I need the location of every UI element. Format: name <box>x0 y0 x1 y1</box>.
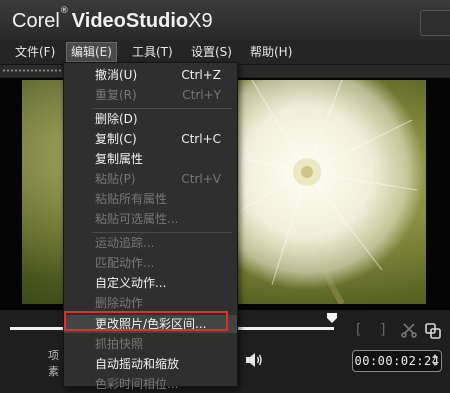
menu-item-snapshot: 抓拍快照 <box>95 337 144 351</box>
menu-item-paste: 粘贴(P) Ctrl+V <box>95 172 221 186</box>
menu-item-undo[interactable]: 撤消(U) Ctrl+Z <box>64 66 237 84</box>
menu-item-match-motion: 匹配动作... <box>95 256 155 270</box>
side-label-project: 项 <box>48 349 59 362</box>
menu-item-redo: 重复(R) Ctrl+Y <box>95 88 221 102</box>
brand-product: VideoStudio <box>71 10 189 32</box>
playhead-icon[interactable] <box>327 313 337 323</box>
menu-item-paste-selectable-attributes: 粘贴可选属性... <box>95 212 179 226</box>
menu-item-motion-tracking: 运动追踪... <box>95 236 155 250</box>
menu-item-paste-all-attributes: 粘贴所有属性 <box>95 192 168 206</box>
timecode-value: 00:00:02:24 <box>354 354 440 368</box>
menu-item-auto-pan-zoom[interactable]: 自动摇动和缩放 <box>64 355 237 373</box>
drag-grip[interactable] <box>2 69 64 72</box>
copy-clip-icon[interactable] <box>424 322 442 340</box>
app-logo: Corel® VideoStudioX9 <box>12 4 213 36</box>
title-bar: Corel® VideoStudioX9 <box>0 0 450 40</box>
menu-settings[interactable]: 设置(S) <box>187 43 236 61</box>
timecode-stepper-icon[interactable] <box>431 352 439 368</box>
scissors-icon[interactable] <box>401 322 417 338</box>
edit-menu-dropdown: 撤消(U) Ctrl+Z 重复(R) Ctrl+Y 删除(D) 复制(C) Ctrl+… <box>63 62 238 391</box>
menu-help[interactable]: 帮助(H) <box>246 43 296 61</box>
menu-file[interactable]: 文件(F) <box>11 43 59 61</box>
window-control-button[interactable] <box>420 10 450 36</box>
menu-separator <box>92 108 232 109</box>
brand-version: X9 <box>188 10 213 32</box>
timecode-field[interactable]: 00:00:02:24 <box>352 350 442 372</box>
menu-item-delete-motion: 删除动作 <box>95 296 144 310</box>
menu-item-delete[interactable]: 删除(D) <box>64 110 237 128</box>
menu-item-copy-attributes[interactable]: 复制属性 <box>64 150 237 168</box>
menu-separator <box>92 232 232 233</box>
mark-out-button[interactable]: ] <box>380 322 385 338</box>
menu-tools[interactable]: 工具(T) <box>128 43 177 61</box>
menu-edit[interactable]: 编辑(E) <box>66 42 117 62</box>
menu-item-copy[interactable]: 复制(C) Ctrl+C <box>64 130 237 148</box>
menu-item-custom-motion[interactable]: 自定义动作... <box>64 274 237 292</box>
mark-in-button[interactable]: [ <box>356 322 361 338</box>
volume-icon[interactable] <box>245 352 263 368</box>
brand-registered-mark: ® <box>59 6 69 16</box>
highlight-annotation <box>64 311 228 331</box>
side-label-clip: 素 <box>48 365 59 378</box>
menu-item-color-time-phase: 色彩时间相位... <box>95 377 179 391</box>
brand-corel: Corel <box>12 10 60 32</box>
